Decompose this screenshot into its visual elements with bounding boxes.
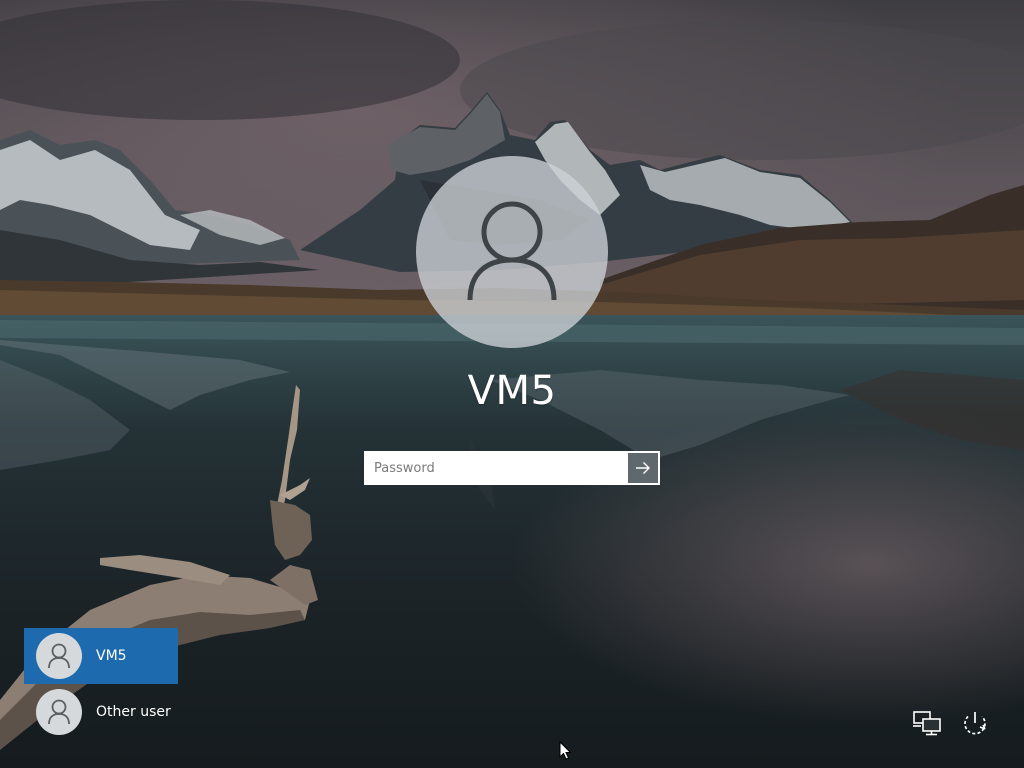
user-silhouette-icon xyxy=(48,699,70,725)
user-list-item-other-user[interactable]: Other user xyxy=(24,684,178,740)
lock-screen: VM5 VM5 Other user xyxy=(0,0,1024,768)
user-list-label: VM5 xyxy=(96,648,127,664)
user-list-label: Other user xyxy=(96,704,171,720)
power-icon xyxy=(964,712,986,735)
mini-avatar xyxy=(36,633,82,679)
submit-button[interactable] xyxy=(628,453,658,483)
user-silhouette-icon xyxy=(48,643,70,669)
network-button[interactable] xyxy=(910,706,944,740)
username-heading: VM5 xyxy=(467,368,557,414)
user-avatar xyxy=(416,156,608,348)
user-silhouette-icon xyxy=(467,201,557,301)
network-icon xyxy=(913,711,941,736)
mini-avatar xyxy=(36,689,82,735)
password-input[interactable] xyxy=(366,453,628,483)
power-button[interactable] xyxy=(958,706,992,740)
user-list-item-vm5[interactable]: VM5 xyxy=(24,628,178,684)
password-box xyxy=(364,451,660,485)
mouse-cursor xyxy=(559,741,571,760)
arrow-right-icon xyxy=(636,462,650,474)
